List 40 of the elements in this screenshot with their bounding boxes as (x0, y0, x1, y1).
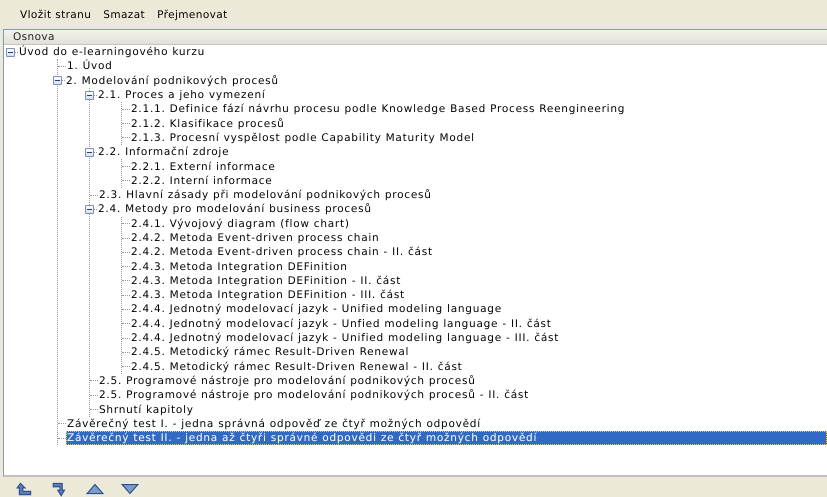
tree-item[interactable]: 2.4.2. Metoda Event-driven process chain - II. část (130, 245, 827, 260)
tree-item[interactable]: 2. Modelování podnikových procesů (65, 74, 827, 88)
move-out-icon[interactable] (16, 481, 34, 497)
tree-item[interactable]: 2.4.4. Jednotný modelovací jazyk - Unfied modeling language - II. část (130, 316, 827, 331)
tree-item[interactable]: 2.5. Programové nástroje pro modelování podnikových procesů (98, 374, 827, 388)
tree-item[interactable]: 2.4.4. Jednotný modelovací jazyk - Unified modeling language (130, 302, 827, 316)
tree-item[interactable]: 2.4.2. Metoda Event-driven process chain (130, 231, 827, 245)
collapse-icon[interactable] (85, 148, 94, 157)
menu-item[interactable]: Přejmenovat (157, 9, 228, 20)
tree-item[interactable]: 2.4.3. Metoda Integration DEFinition - II. část (130, 274, 827, 288)
tree-item[interactable]: Závěrečný test II. - jedna až čtyři správné odpovědi ze čtyř možných odpovědí (66, 431, 827, 446)
tree-item[interactable]: 2.4.5. Metodický rámec Result-Driven Renewal - II. část (130, 360, 827, 374)
tree-item[interactable]: 2.4.1. Vývojový diagram (flow chart) (130, 216, 827, 231)
down-triangle-icon[interactable] (121, 481, 139, 497)
menu-item[interactable]: Smazat (103, 9, 146, 20)
tree-item[interactable]: 2.1.3. Procesní vyspělost podle Capability Maturity Model (130, 130, 827, 145)
tree-item[interactable]: Závěrečný test I. - jedna správná odpověď ze čtyř možných odpovědí (66, 416, 827, 431)
tree-item[interactable]: 2.4.3. Metoda Integration DEFinition (130, 260, 827, 274)
up-triangle-icon[interactable] (86, 481, 104, 497)
tree-item[interactable]: 2.4. Metody pro modelování business procesů (97, 202, 827, 216)
tree-item[interactable]: Shrnutí kapitoly (98, 402, 827, 417)
collapse-icon[interactable] (85, 90, 94, 100)
menu-item[interactable]: Vložit stranu (20, 9, 92, 20)
tree-item[interactable]: 2.2.2. Interní informace (130, 174, 827, 188)
column-header: Osnova (4, 30, 827, 45)
tree-item[interactable]: 2.3. Hlavní zásady při modelování podnikových procesů (98, 188, 827, 202)
tree-item[interactable]: 2.4.3. Metoda Integration DEFinition - III. část (130, 288, 827, 302)
tree-item[interactable]: 2.1.1. Definice fází návrhu procesu podle Knowledge Based Process Reengineering (130, 102, 827, 116)
tree-item[interactable]: 2.1. Proces a jeho vymezení (97, 88, 827, 102)
tree-item[interactable]: 2.5. Programové nástroje pro modelování podnikových procesů - II. část (98, 388, 827, 402)
tree-item[interactable]: 2.2.1. Externí informace (130, 160, 827, 174)
tree-item[interactable]: 2.4.5. Metodický rámec Result-Driven Renewal (130, 345, 827, 360)
tree-item[interactable]: Úvod do e-learningového kurzu (18, 45, 827, 60)
tree-item[interactable]: 2.1.2. Klasifikace procesů (130, 116, 827, 131)
collapse-icon[interactable] (85, 204, 94, 214)
collapse-icon[interactable] (6, 48, 15, 57)
tree-item[interactable]: 1. Úvod (66, 59, 827, 74)
tree-item[interactable]: 2.2. Informační zdroje (97, 145, 827, 160)
collapse-icon[interactable] (53, 76, 62, 86)
tree-item[interactable]: 2.4.4. Jednotný modelovací jazyk - Unified modeling language - III. část (130, 331, 827, 346)
